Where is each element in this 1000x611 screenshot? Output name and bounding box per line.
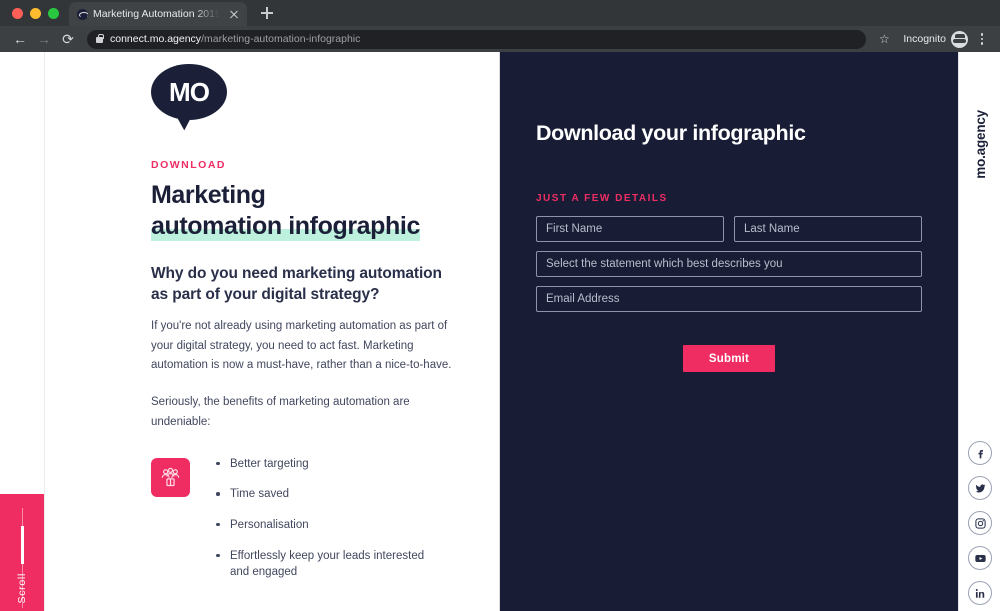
tab-close-icon[interactable]	[227, 7, 241, 21]
facebook-icon[interactable]	[968, 441, 992, 465]
submit-button[interactable]: Submit	[682, 345, 776, 372]
close-window-button[interactable]	[12, 8, 23, 19]
incognito-label: Incognito	[903, 33, 946, 45]
list-item: Personalisation	[214, 517, 439, 534]
page-viewport: Scroll MO DOWNLOAD Marketing automation …	[0, 52, 1000, 611]
forward-button[interactable]: →	[32, 27, 56, 51]
url-path: /marketing-automation-infographic	[201, 33, 361, 45]
scroll-label: Scroll	[16, 572, 28, 603]
browser-tab[interactable]: Marketing Automation 2019 Inf	[69, 2, 247, 26]
list-item: Better targeting	[214, 456, 439, 473]
brand-text: mo.agency	[972, 109, 988, 179]
back-button[interactable]: ←	[8, 27, 32, 51]
instagram-icon[interactable]	[968, 511, 992, 535]
brand-vertical-label[interactable]: mo.agency	[959, 64, 1000, 224]
page-title-line2: automation infographic	[151, 212, 420, 241]
incognito-icon	[951, 30, 968, 48]
content-column: MO DOWNLOAD Marketing automation infogra…	[45, 52, 500, 611]
download-form-panel: Download your infographic JUST A FEW DET…	[500, 52, 958, 611]
section-subtitle: Why do you need marketing automation as …	[151, 265, 442, 304]
list-item: Effortlessly keep your leads interested …	[214, 548, 439, 581]
mo-logo[interactable]: MO	[151, 64, 227, 132]
new-tab-button[interactable]	[255, 1, 279, 25]
tab-favicon-icon	[77, 8, 88, 20]
name-field-row	[536, 216, 922, 251]
minimize-window-button[interactable]	[30, 8, 41, 19]
tab-title: Marketing Automation 2019 Inf	[93, 8, 222, 20]
lock-icon	[96, 33, 104, 43]
incognito-indicator[interactable]: Incognito	[903, 30, 968, 48]
url-text: connect.mo.agency/marketing-automation-i…	[110, 33, 360, 45]
reload-button[interactable]: ⟳	[56, 27, 80, 51]
browser-toolbar: ← → ⟳ connect.mo.agency/marketing-automa…	[0, 26, 1000, 52]
eyebrow-label: DOWNLOAD	[151, 159, 226, 171]
maximize-window-button[interactable]	[48, 8, 59, 19]
benefits-list: Better targeting Time saved Personalisat…	[214, 456, 439, 595]
scroll-indicator[interactable]: Scroll	[0, 494, 44, 611]
form-title: Download your infographic	[536, 121, 806, 145]
benefits-lead-in: Seriously, the benefits of marketing aut…	[151, 396, 410, 428]
email-input[interactable]	[536, 286, 922, 312]
submit-row: Submit	[536, 345, 922, 372]
right-rail: mo.agency	[958, 52, 1000, 611]
linkedin-icon[interactable]	[968, 581, 992, 605]
list-item: Time saved	[214, 486, 439, 503]
page-title: Marketing automation infographic	[151, 180, 460, 242]
window-controls	[8, 8, 69, 26]
page-title-line1: Marketing	[151, 181, 266, 209]
intro-paragraph: If you're not already using marketing au…	[151, 319, 452, 372]
star-icon[interactable]: ☆	[873, 32, 895, 46]
first-name-input[interactable]	[536, 216, 724, 242]
browser-window: Marketing Automation 2019 Inf ← → ⟳ conn…	[0, 0, 1000, 611]
more-vertical-icon[interactable]	[972, 28, 992, 50]
last-name-input[interactable]	[734, 216, 922, 242]
tab-strip: Marketing Automation 2019 Inf	[0, 0, 1000, 26]
youtube-icon[interactable]	[968, 546, 992, 570]
download-form: Submit	[536, 216, 922, 372]
address-bar[interactable]: connect.mo.agency/marketing-automation-i…	[87, 29, 867, 49]
url-host: connect.mo.agency	[110, 33, 202, 45]
statement-select-input[interactable]	[536, 251, 922, 277]
social-links	[959, 441, 1000, 605]
form-section-label: JUST A FEW DETAILS	[536, 193, 668, 204]
people-group-icon	[151, 457, 190, 497]
twitter-icon[interactable]	[968, 476, 992, 500]
benefits-block: Better targeting Time saved Personalisat…	[151, 456, 460, 595]
logo-text: MO	[169, 76, 210, 107]
